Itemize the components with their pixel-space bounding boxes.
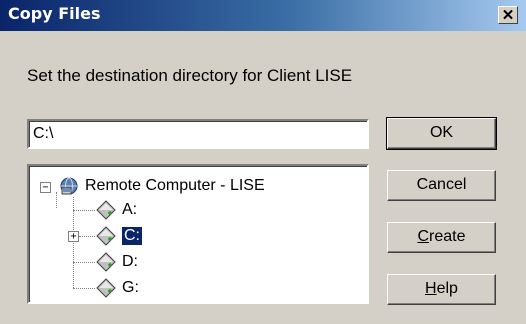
cancel-button[interactable]: Cancel <box>387 170 496 201</box>
drive-icon <box>96 200 116 220</box>
tree-drive-node[interactable]: D: <box>95 251 138 273</box>
create-mnemonic: C <box>417 228 430 245</box>
destination-prompt: Set the destination directory for Client… <box>27 66 353 85</box>
drive-icon <box>96 278 116 298</box>
help-mnemonic: H <box>425 280 437 297</box>
create-button[interactable]: Create <box>387 222 496 253</box>
tree-drive-label: A: <box>122 201 138 218</box>
create-label: reate <box>429 228 466 245</box>
directory-tree[interactable]: − Remote Computer - LISE A: + C: D: G: <box>27 164 369 304</box>
tree-drive-label: C: <box>121 226 143 246</box>
close-icon: ✕ <box>501 6 515 24</box>
tree-connector <box>73 210 95 211</box>
tree-drive-node[interactable]: A: <box>95 199 137 221</box>
window-title: Copy Files <box>8 4 101 23</box>
collapse-root-toggle[interactable]: − <box>40 182 51 193</box>
computer-icon <box>60 177 78 195</box>
help-label: elp <box>436 280 458 297</box>
drive-icon <box>96 252 116 272</box>
destination-path-input[interactable] <box>27 119 369 149</box>
tree-connector <box>56 192 57 208</box>
help-button[interactable]: Help <box>387 274 496 305</box>
tree-root-label: Remote Computer - LISE <box>85 177 265 194</box>
tree-root-node[interactable]: Remote Computer - LISE <box>58 175 265 197</box>
tree-drive-node-selected[interactable]: C: <box>95 225 143 247</box>
tree-connector <box>73 288 95 289</box>
tree-drive-node[interactable]: G: <box>95 277 139 299</box>
copy-files-dialog: Copy Files ✕ Set the destination directo… <box>0 0 526 324</box>
tree-connector <box>73 262 95 263</box>
tree-drive-label: G: <box>122 279 139 296</box>
close-button[interactable]: ✕ <box>498 6 518 24</box>
tree-drive-label: D: <box>122 253 138 270</box>
drive-icon <box>96 226 116 246</box>
title-bar[interactable]: Copy Files ✕ <box>0 0 526 31</box>
tree-connector <box>79 236 95 237</box>
ok-button[interactable]: OK <box>386 117 497 150</box>
expand-drive-c-toggle[interactable]: + <box>68 231 79 242</box>
